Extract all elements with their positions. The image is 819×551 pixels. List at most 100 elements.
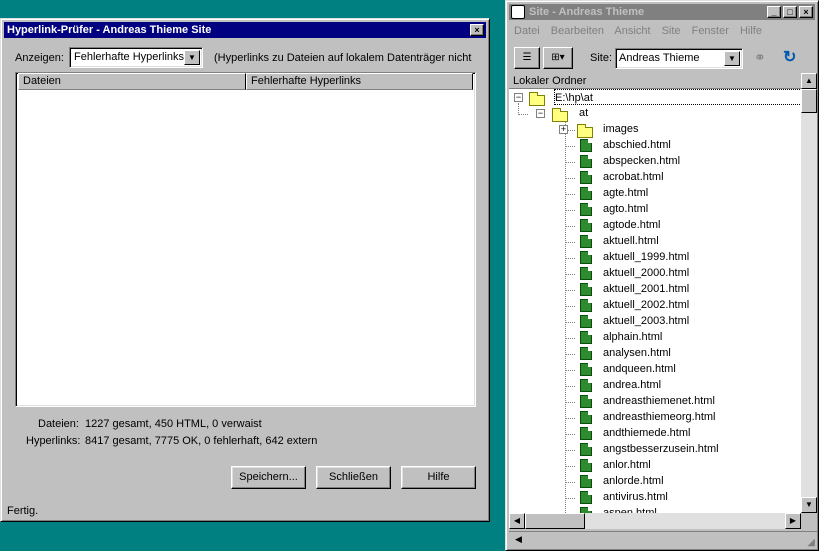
tree-file-label: aktuell_2001.html — [603, 283, 690, 295]
tree-root[interactable]: E:\hp\at — [554, 89, 801, 105]
links-stats: 8417 gesamt, 7775 OK, 0 fehlerhaft, 642 … — [85, 435, 318, 447]
tree-file-item[interactable]: acrobat.html — [603, 169, 664, 185]
show-select[interactable]: Fehlerhafte Hyperlinks ▼ — [69, 47, 203, 68]
menu-hilfe[interactable]: Hilfe — [740, 25, 762, 37]
connect-icon[interactable]: ⚭ — [754, 49, 766, 66]
site-select[interactable]: Andreas Thieme ▼ — [615, 48, 743, 69]
view-files-button[interactable]: ☰ — [514, 47, 540, 69]
help-button[interactable]: Hilfe — [401, 466, 476, 489]
close-icon[interactable]: × — [799, 6, 813, 18]
tree-file-item[interactable]: andqueen.html — [603, 361, 676, 377]
tree-file-item[interactable]: abschied.html — [603, 137, 671, 153]
tree-file-item[interactable]: aktuell_2002.html — [603, 297, 689, 313]
resize-grip-icon[interactable]: ◢ — [807, 537, 815, 548]
menu-bearbeiten[interactable]: Bearbeiten — [551, 25, 604, 37]
menu-fenster[interactable]: Fenster — [692, 25, 729, 37]
tree-line — [565, 418, 575, 419]
tree-file-item[interactable]: angstbesserzusein.html — [603, 441, 719, 457]
scroll-thumb[interactable] — [801, 89, 817, 113]
tree-file-label: agtode.html — [603, 219, 661, 231]
tree-line — [565, 242, 575, 243]
tree-file-item[interactable]: antivirus.html — [603, 489, 668, 505]
scroll-right-icon[interactable]: ▶ — [785, 513, 801, 529]
vertical-scrollbar[interactable]: ▲ ▼ — [801, 73, 817, 513]
menu-ansicht[interactable]: Ansicht — [614, 25, 650, 37]
menu-bar: Datei Bearbeiten Ansicht Site Fenster Hi… — [514, 25, 770, 37]
tree-file-item[interactable]: anlorde.html — [603, 473, 664, 489]
chevron-down-icon[interactable]: ▼ — [184, 50, 200, 65]
tree-file-item[interactable]: andreasthiemenet.html — [603, 393, 715, 409]
tree-line — [565, 386, 575, 387]
column-header-broken-links[interactable]: Fehlerhafte Hyperlinks — [246, 73, 473, 90]
tree-file-item[interactable]: aktuell_1999.html — [603, 249, 689, 265]
site-label: Site: — [590, 52, 613, 64]
collapse-folder-icon[interactable]: − — [536, 109, 545, 118]
checker-close-button[interactable]: × — [470, 24, 484, 36]
tree-line — [565, 370, 575, 371]
tree-line — [565, 194, 575, 195]
scroll-left-icon[interactable]: ◀ — [509, 513, 525, 529]
html-file-icon — [580, 443, 592, 456]
tree-line — [565, 226, 575, 227]
status-arrow-icon: ◀ — [515, 534, 522, 544]
tree-folder[interactable]: at — [579, 105, 588, 121]
tree-file-item[interactable]: abspecken.html — [603, 153, 680, 169]
tree-file-label: abspecken.html — [603, 155, 681, 167]
tree-file-label: andqueen.html — [603, 363, 676, 375]
tree-file-item[interactable]: andrea.html — [603, 377, 661, 393]
tree-file-item[interactable]: andthiemede.html — [603, 425, 690, 441]
tree-file-label: andreasthiemeorg.html — [603, 411, 716, 423]
show-label: Anzeigen: — [15, 52, 64, 64]
tree-file-item[interactable]: aktuell_2001.html — [603, 281, 689, 297]
tree-file-label: aktuell.html — [603, 235, 659, 247]
html-file-icon — [580, 347, 592, 360]
refresh-icon[interactable]: ↻ — [783, 47, 796, 67]
file-tree[interactable]: − E:\hp\at − at + images abschied.html ab… — [509, 89, 801, 513]
tree-file-label: andthiemede.html — [603, 427, 691, 439]
tree-line — [565, 338, 575, 339]
html-file-icon — [580, 491, 592, 504]
tree-file-label: anlor.html — [603, 459, 651, 471]
site-title-bar[interactable]: Site - Andreas Thieme _ □ × — [509, 4, 815, 20]
tree-file-item[interactable]: agte.html — [603, 185, 648, 201]
tree-file-item[interactable]: agto.html — [603, 201, 648, 217]
tree-subfolder[interactable]: images — [603, 121, 638, 137]
scroll-down-icon[interactable]: ▼ — [801, 497, 817, 513]
tree-file-item[interactable]: anlor.html — [603, 457, 651, 473]
minimize-icon[interactable]: _ — [767, 6, 781, 18]
horizontal-scrollbar[interactable]: ◀ ▶ — [509, 513, 801, 529]
show-note: (Hyperlinks zu Dateien auf lokalem Daten… — [214, 52, 472, 64]
files-stats: 1227 gesamt, 450 HTML, 0 verwaist — [85, 418, 262, 430]
tree-file-label: aktuell_2003.html — [603, 315, 690, 327]
menu-datei[interactable]: Datei — [514, 25, 540, 37]
tree-file-label: agte.html — [603, 187, 649, 199]
tree-root-label: E:\hp\at — [555, 92, 593, 104]
save-button[interactable]: Speichern... — [231, 466, 306, 489]
close-button[interactable]: Schließen — [316, 466, 391, 489]
column-header-files[interactable]: Dateien — [18, 73, 246, 90]
tree-file-item[interactable]: aktuell_2003.html — [603, 313, 689, 329]
tree-file-item[interactable]: andreasthiemeorg.html — [603, 409, 716, 425]
checker-title-bar[interactable]: Hyperlink-Prüfer - Andreas Thieme Site × — [4, 22, 486, 38]
expand-folder-icon[interactable]: + — [559, 125, 568, 134]
tree-file-item[interactable]: agtode.html — [603, 217, 660, 233]
html-file-icon — [580, 155, 592, 168]
tree-line — [565, 482, 575, 483]
tree-file-item[interactable]: aktuell.html — [603, 233, 659, 249]
scroll-thumb-horizontal[interactable] — [525, 513, 585, 529]
tree-file-item[interactable]: aspen.html — [603, 505, 657, 513]
scroll-up-icon[interactable]: ▲ — [801, 73, 817, 89]
html-file-icon — [580, 363, 592, 376]
view-map-button[interactable]: ⊞▾ — [543, 47, 573, 69]
tree-file-item[interactable]: analysen.html — [603, 345, 671, 361]
tree-file-item[interactable]: aktuell_2000.html — [603, 265, 689, 281]
collapse-root-icon[interactable]: − — [514, 93, 523, 102]
results-list[interactable]: Dateien Fehlerhafte Hyperlinks — [15, 72, 476, 407]
tree-line — [565, 402, 575, 403]
menu-site[interactable]: Site — [662, 25, 681, 37]
html-file-icon — [580, 251, 592, 264]
tree-file-item[interactable]: alphain.html — [603, 329, 662, 345]
tree-file-label: alphain.html — [603, 331, 663, 343]
chevron-down-icon[interactable]: ▼ — [724, 51, 740, 66]
maximize-icon[interactable]: □ — [783, 6, 797, 18]
